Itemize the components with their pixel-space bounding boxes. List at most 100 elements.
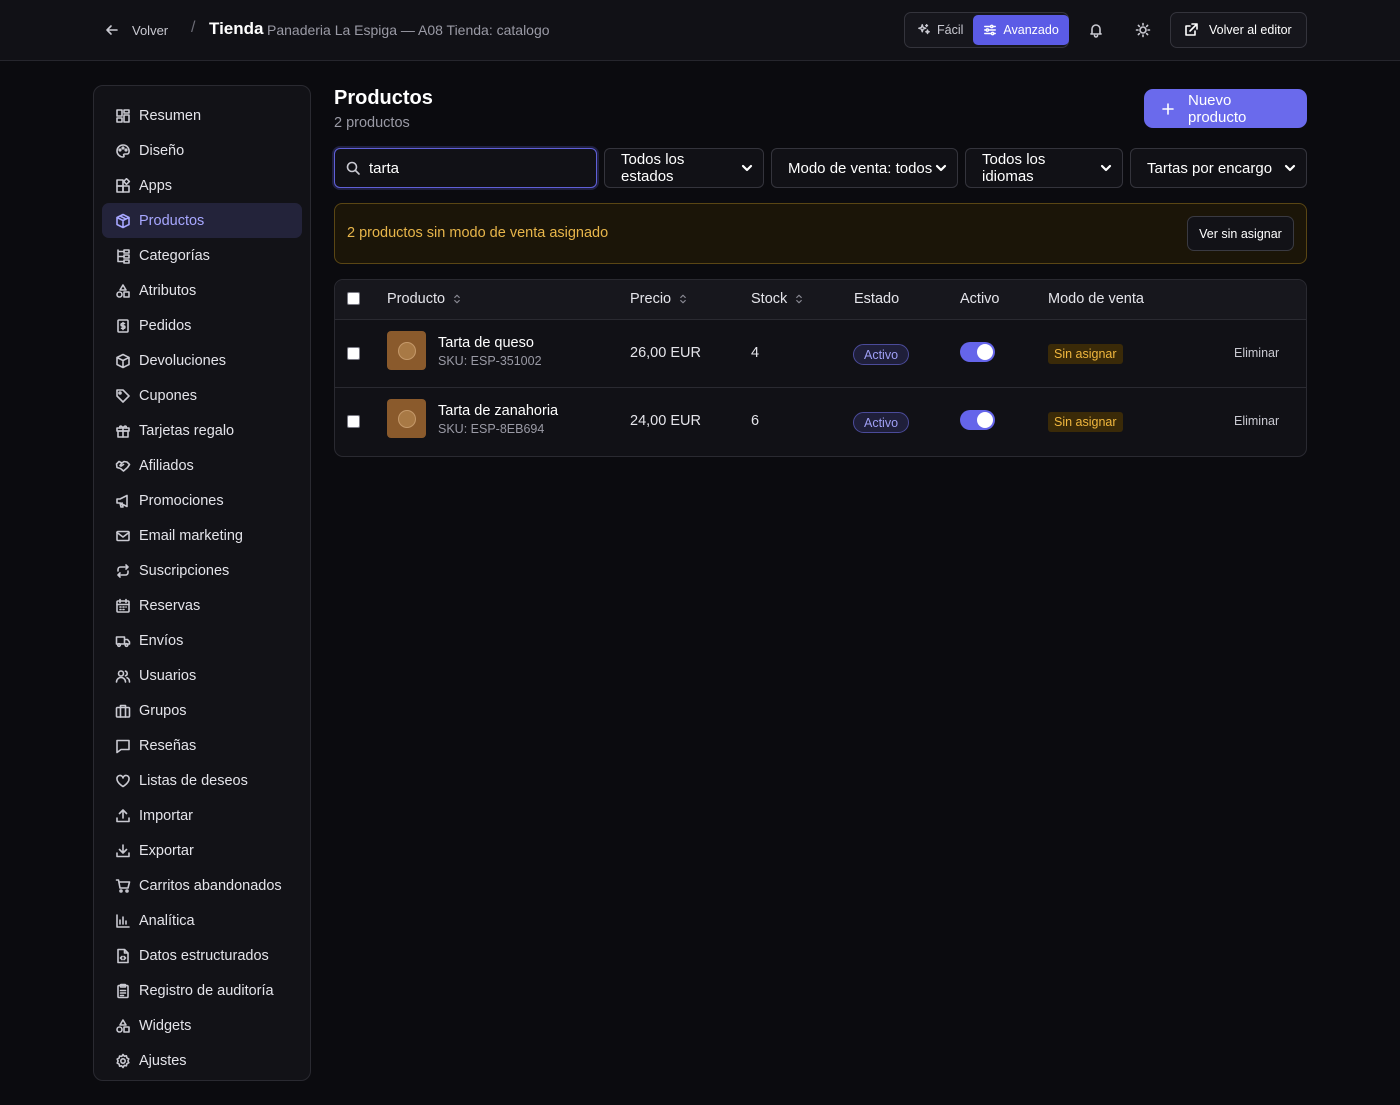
sidebar-item-apps[interactable]: Apps — [102, 168, 302, 203]
row-checkbox[interactable] — [347, 347, 360, 360]
sidebar-item-carritos-abandonados[interactable]: Carritos abandonados — [102, 868, 302, 903]
mode-advanced-button[interactable]: Avanzado — [973, 15, 1069, 45]
column-header-stock[interactable]: Stock — [751, 291, 805, 307]
language-filter-select[interactable]: Todos los idiomas — [965, 148, 1123, 188]
calendar-icon — [115, 598, 131, 614]
table-row: Tarta de queso SKU: ESP-351002 26,00 EUR… — [335, 320, 1306, 388]
sidebar-item-label: Apps — [139, 177, 173, 194]
sidebar-item-label: Atributos — [139, 282, 197, 299]
unassigned-alert: 2 productos sin modo de venta asignado V… — [334, 203, 1307, 264]
sidebar-item-listas-deseos[interactable]: Listas de deseos — [102, 763, 302, 798]
repeat-icon — [115, 563, 131, 579]
page-title: Productos — [334, 87, 433, 109]
status-badge: Activo — [853, 344, 910, 365]
sidebar-item-label: Exportar — [139, 842, 194, 859]
mode-easy-button[interactable]: Fácil — [907, 15, 973, 45]
external-link-icon — [1183, 22, 1199, 38]
sun-icon — [1135, 22, 1151, 38]
sidebar-item-afiliados[interactable]: Afiliados — [102, 448, 302, 483]
sidebar-item-tarjetas-regalo[interactable]: Tarjetas regalo — [102, 413, 302, 448]
sidebar-item-exportar[interactable]: Exportar — [102, 833, 302, 868]
search-input[interactable] — [369, 159, 569, 177]
back-to-editor-button[interactable]: Volver al editor — [1170, 12, 1307, 48]
sort-icon — [793, 293, 805, 305]
active-toggle[interactable] — [960, 410, 995, 430]
mode-switcher: Fácil Avanzado — [904, 12, 1069, 48]
column-header-label: Activo — [960, 291, 1000, 307]
product-price: 26,00 EUR — [630, 345, 701, 361]
tree-icon — [115, 248, 131, 264]
delete-button[interactable]: Eliminar — [1234, 346, 1279, 360]
chevron-down-icon — [1282, 160, 1298, 176]
building-icon — [115, 703, 131, 719]
sidebar-item-resenas[interactable]: Reseñas — [102, 728, 302, 763]
product-stock: 6 — [751, 413, 760, 429]
download-icon — [115, 843, 131, 859]
sidebar-item-grupos[interactable]: Grupos — [102, 693, 302, 728]
shapes-icon — [115, 1018, 131, 1034]
sidebar-item-pedidos[interactable]: Pedidos — [102, 308, 302, 343]
sidebar-item-datos-estructurados[interactable]: Datos estructurados — [102, 938, 302, 973]
sidebar-item-envios[interactable]: Envíos — [102, 623, 302, 658]
sidebar-item-label: Widgets — [139, 1017, 192, 1034]
sidebar-item-cupones[interactable]: Cupones — [102, 378, 302, 413]
column-header-label: Modo de venta — [1048, 291, 1144, 307]
sale-mode-filter-label: Modo de venta: todos — [788, 159, 933, 177]
row-checkbox[interactable] — [347, 415, 360, 428]
arrow-left-icon — [104, 22, 120, 38]
sidebar-item-label: Usuarios — [139, 667, 197, 684]
sidebar-item-label: Reseñas — [139, 737, 197, 754]
sidebar-item-usuarios[interactable]: Usuarios — [102, 658, 302, 693]
theme-toggle-button[interactable] — [1131, 18, 1155, 42]
sidebar-item-devoluciones[interactable]: Devoluciones — [102, 343, 302, 378]
sidebar-item-widgets[interactable]: Widgets — [102, 1008, 302, 1043]
product-thumbnail — [387, 331, 426, 370]
sidebar-item-registro-auditoria[interactable]: Registro de auditoría — [102, 973, 302, 1008]
back-button[interactable]: Volver — [104, 18, 168, 42]
sidebar-item-promociones[interactable]: Promociones — [102, 483, 302, 518]
notifications-button[interactable] — [1084, 18, 1108, 42]
package-icon — [115, 213, 131, 229]
mode-advanced-label: Avanzado — [1003, 23, 1059, 37]
view-unassigned-button[interactable]: Ver sin asignar — [1187, 216, 1294, 251]
product-name[interactable]: Tarta de zanahoria — [438, 403, 558, 419]
new-product-button[interactable]: Nuevo producto — [1144, 89, 1307, 128]
product-thumbnail — [387, 399, 426, 438]
select-all-checkbox[interactable] — [347, 292, 360, 305]
category-filter-label: Tartas por encargo — [1147, 159, 1273, 177]
column-header-producto[interactable]: Producto — [387, 291, 463, 307]
active-toggle[interactable] — [960, 342, 995, 362]
sidebar-item-label: Importar — [139, 807, 193, 824]
sidebar-item-label: Carritos abandonados — [139, 877, 282, 894]
page-section-title: Tienda — [209, 19, 264, 38]
back-to-editor-label: Volver al editor — [1209, 23, 1292, 37]
heart-icon — [115, 773, 131, 789]
receipt-icon — [115, 318, 131, 334]
chevron-down-icon — [739, 160, 755, 176]
column-header-precio[interactable]: Precio — [630, 291, 689, 307]
sale-mode-filter-select[interactable]: Modo de venta: todos — [771, 148, 958, 188]
sidebar-item-label: Analítica — [139, 912, 195, 929]
sidebar-item-ajustes[interactable]: Ajustes — [102, 1043, 302, 1078]
message-icon — [115, 738, 131, 754]
sidebar-item-reservas[interactable]: Reservas — [102, 588, 302, 623]
upload-icon — [115, 808, 131, 824]
gift-icon — [115, 423, 131, 439]
category-filter-select[interactable]: Tartas por encargo — [1130, 148, 1307, 188]
sidebar-item-label: Diseño — [139, 142, 185, 159]
delete-button[interactable]: Eliminar — [1234, 414, 1279, 428]
sidebar-item-suscripciones[interactable]: Suscripciones — [102, 553, 302, 588]
sliders-icon — [983, 23, 997, 37]
sidebar-item-diseno[interactable]: Diseño — [102, 133, 302, 168]
sidebar-item-atributos[interactable]: Atributos — [102, 273, 302, 308]
sidebar-item-email-marketing[interactable]: Email marketing — [102, 518, 302, 553]
sidebar-item-productos[interactable]: Productos — [102, 203, 302, 238]
sidebar-item-label: Resumen — [139, 107, 202, 124]
sidebar-item-resumen[interactable]: Resumen — [102, 98, 302, 133]
sidebar-item-categorias[interactable]: Categorías — [102, 238, 302, 273]
back-label: Volver — [132, 22, 169, 38]
product-name[interactable]: Tarta de queso — [438, 335, 534, 351]
sidebar-item-importar[interactable]: Importar — [102, 798, 302, 833]
status-filter-select[interactable]: Todos los estados — [604, 148, 764, 188]
sidebar-item-analitica[interactable]: Analítica — [102, 903, 302, 938]
